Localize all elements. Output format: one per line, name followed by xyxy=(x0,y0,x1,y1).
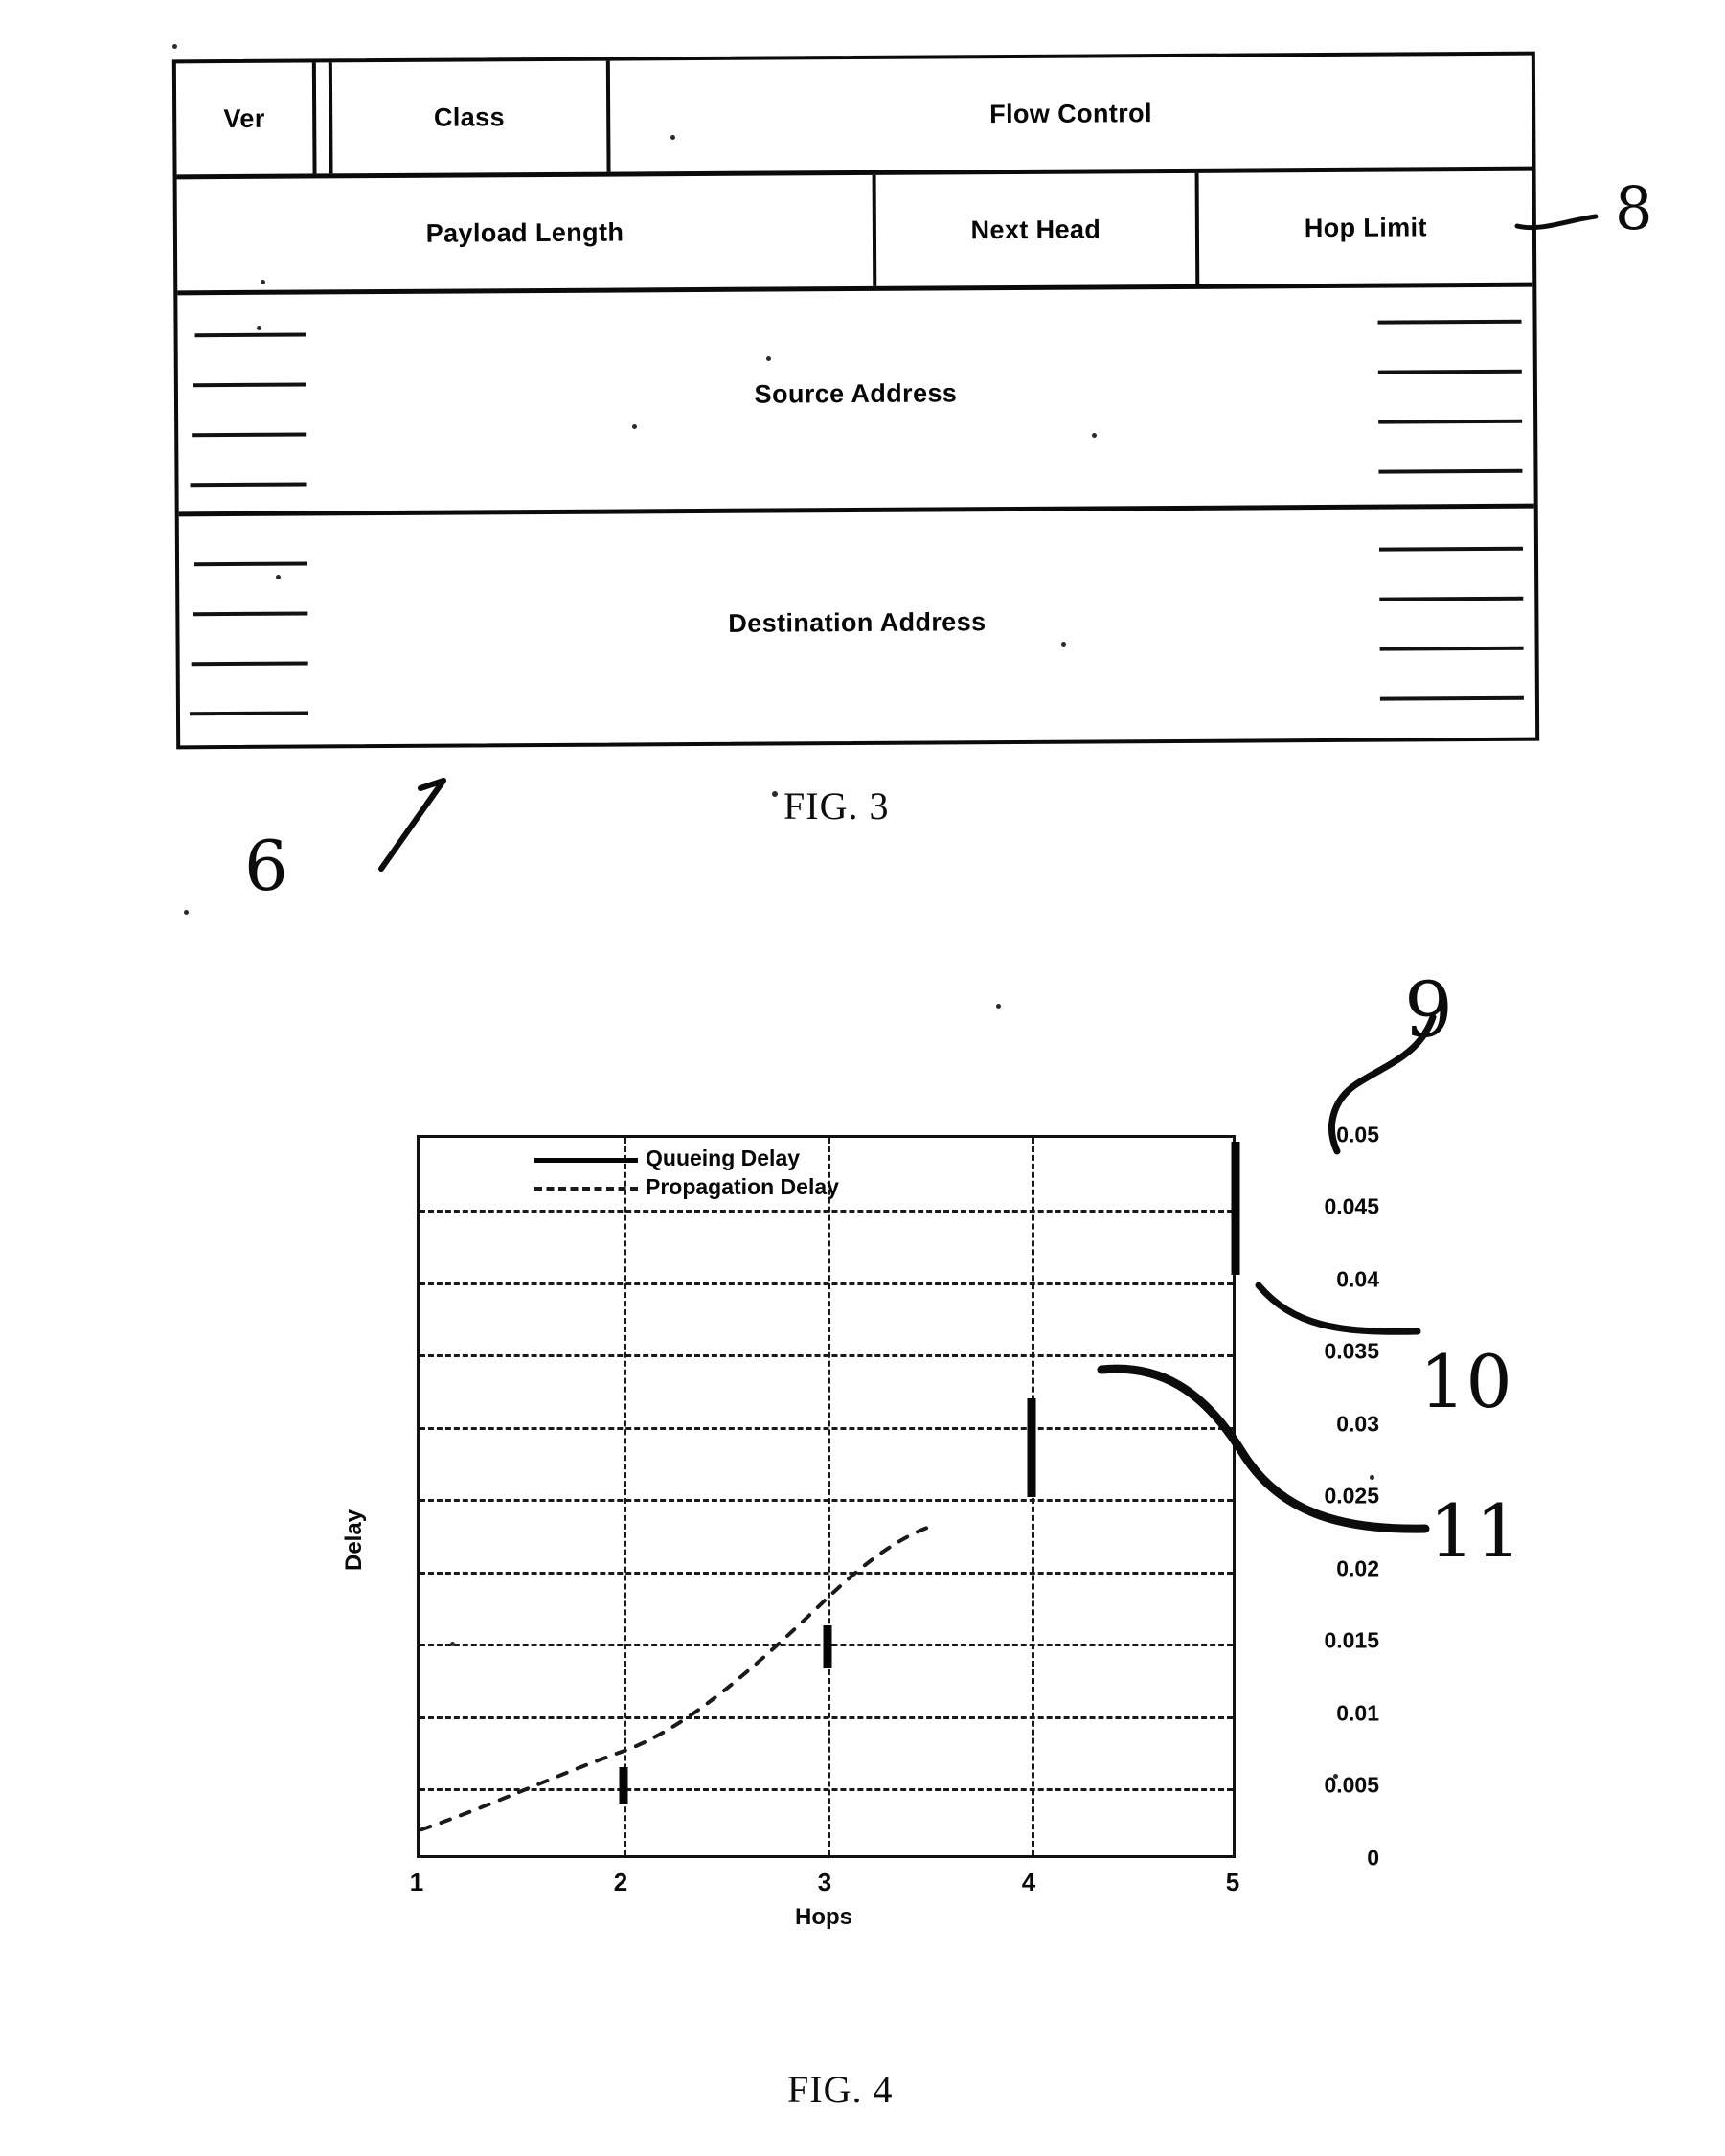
numeral-8-leader-line xyxy=(1514,214,1599,231)
legend-item-propagation-delay: Propagation Delay xyxy=(534,1172,839,1201)
dest-hash-right-4 xyxy=(1379,695,1524,701)
cell-source-address-label: Source Address xyxy=(754,378,958,409)
scan-speck xyxy=(257,326,261,330)
source-hash-right-2 xyxy=(1377,369,1522,374)
cell-next-head-label: Next Head xyxy=(970,214,1101,244)
chart-y-axis-title: Delay xyxy=(341,1509,367,1571)
ytick-0.045: 0.045 xyxy=(1324,1193,1379,1219)
cell-hop-limit-label: Hop Limit xyxy=(1304,212,1427,242)
cell-version: Ver xyxy=(175,62,317,175)
queueing-bar-hop-3 xyxy=(823,1625,832,1668)
dest-hash-left-2 xyxy=(193,611,308,617)
ipv6-header-table: Ver Class Flow Control Payload Length Ne… xyxy=(171,51,1540,750)
ytick-0.015: 0.015 xyxy=(1324,1627,1379,1653)
cell-flow-control: Flow Control xyxy=(610,56,1532,172)
ytick-0.01: 0.01 xyxy=(1336,1700,1379,1726)
cell-next-head: Next Head xyxy=(875,172,1200,286)
scan-speck xyxy=(450,1642,455,1646)
chart-legend: Quueing Delay Propagation Delay xyxy=(534,1144,839,1203)
scan-speck xyxy=(1333,1774,1338,1779)
legend-item-queueing-delay: Quueing Delay xyxy=(534,1144,831,1172)
cell-version-spacer xyxy=(315,62,333,174)
xtick-4: 4 xyxy=(1021,1868,1036,1896)
numeral-11-leader-line xyxy=(1097,1364,1430,1533)
scan-speck xyxy=(772,791,778,797)
cell-destination-address-label: Destination Address xyxy=(728,607,987,638)
scan-speck xyxy=(1370,1475,1374,1480)
fig3-packet-header-diagram: Ver Class Flow Control Payload Length Ne… xyxy=(171,51,1540,750)
cell-payload-length: Payload Length xyxy=(176,174,877,291)
source-hash-right-4 xyxy=(1378,468,1523,474)
destination-address-row: Destination Address xyxy=(179,509,1535,754)
fig3-caption: FIG. 3 xyxy=(783,784,890,828)
queueing-bar-hop-2 xyxy=(619,1767,628,1804)
source-hash-left-2 xyxy=(193,382,306,388)
dest-hash-left-1 xyxy=(194,561,308,567)
scan-speck xyxy=(184,910,189,915)
reference-numeral-11: 11 xyxy=(1429,1488,1522,1574)
source-hash-right-3 xyxy=(1378,419,1523,424)
dest-hash-left-3 xyxy=(191,661,308,667)
legend-dashed-line-icon xyxy=(534,1181,638,1192)
source-hash-left-4 xyxy=(190,482,307,488)
payload-row: Payload Length Next Head Hop Limit xyxy=(176,170,1533,296)
cell-hop-limit: Hop Limit xyxy=(1198,171,1532,284)
dest-hash-right-1 xyxy=(1378,546,1523,552)
legend-label-propagation-delay: Propagation Delay xyxy=(646,1173,839,1199)
source-hash-left-3 xyxy=(192,432,307,438)
source-hash-left-1 xyxy=(194,332,306,338)
numeral-10-leader-line xyxy=(1255,1282,1421,1335)
ytick-0: 0 xyxy=(1367,1845,1379,1871)
version-row: Ver Class Flow Control xyxy=(175,55,1532,180)
xtick-1: 1 xyxy=(409,1868,424,1896)
queueing-bar-hop-4 xyxy=(1027,1398,1036,1497)
dest-hash-right-3 xyxy=(1379,646,1524,651)
scan-speck xyxy=(670,135,675,140)
scan-speck xyxy=(996,1004,1001,1009)
scan-speck xyxy=(766,356,771,361)
scan-speck xyxy=(1061,642,1066,647)
dest-hash-right-2 xyxy=(1379,596,1524,601)
legend-solid-line-icon xyxy=(534,1152,638,1164)
patent-sheet: Ver Class Flow Control Payload Length Ne… xyxy=(0,0,1725,2156)
source-address-row: Source Address xyxy=(177,286,1534,517)
xtick-3: 3 xyxy=(817,1868,832,1896)
scan-speck xyxy=(1092,433,1097,438)
xtick-2: 2 xyxy=(613,1868,628,1896)
cell-payload-length-label: Payload Length xyxy=(425,216,624,248)
fig4-caption: FIG. 4 xyxy=(787,2068,894,2111)
scan-speck xyxy=(632,424,637,429)
cell-flow-control-label: Flow Control xyxy=(989,98,1153,128)
reference-numeral-9: 9 xyxy=(1404,965,1453,1055)
reference-numeral-6: 6 xyxy=(244,826,288,906)
scan-speck xyxy=(261,280,265,284)
cell-version-label: Ver xyxy=(223,103,265,133)
source-hash-right-1 xyxy=(1377,319,1522,325)
reference-numeral-8: 8 xyxy=(1615,173,1653,243)
scan-speck xyxy=(276,575,281,579)
cell-class-label: Class xyxy=(433,102,506,132)
chart-x-axis-title: Hops xyxy=(795,1904,852,1930)
scan-speck xyxy=(172,44,177,49)
numeral-6-leader-arrow xyxy=(378,778,446,872)
dest-hash-left-4 xyxy=(189,711,308,716)
cell-class: Class xyxy=(331,60,611,174)
xtick-5: 5 xyxy=(1225,1868,1240,1896)
legend-label-queueing-delay: Quueing Delay xyxy=(646,1145,801,1170)
